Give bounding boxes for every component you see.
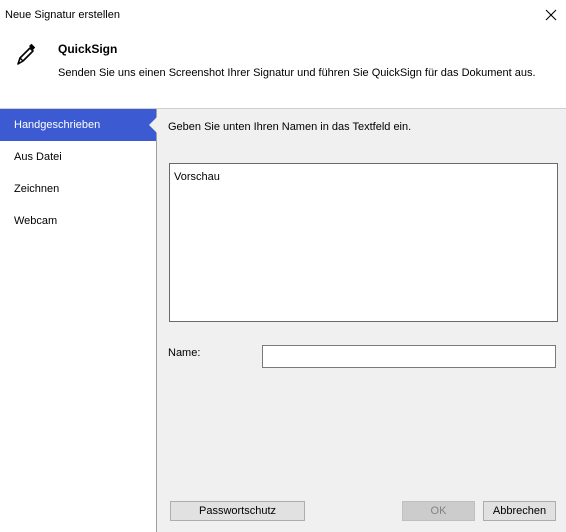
cancel-button[interactable]: Abbrechen xyxy=(483,501,556,521)
close-button[interactable] xyxy=(536,0,566,30)
name-label: Name: xyxy=(168,347,201,359)
sidebar-item-label: Handgeschrieben xyxy=(14,119,101,131)
instruction-text: Geben Sie unten Ihren Namen in das Textf… xyxy=(168,121,412,133)
name-input[interactable] xyxy=(262,345,556,368)
preview-label: Vorschau xyxy=(174,171,220,183)
new-signature-dialog: Neue Signatur erstellen QuickSign Senden… xyxy=(0,0,566,532)
password-protection-button[interactable]: Passwortschutz xyxy=(170,501,305,521)
ok-button[interactable]: OK xyxy=(402,501,475,521)
sidebar-item-label: Webcam xyxy=(14,215,58,227)
sidebar: Handgeschrieben Aus Datei Zeichnen Webca… xyxy=(0,109,157,532)
header-subtitle: Senden Sie uns einen Screenshot Ihrer Si… xyxy=(58,67,536,79)
sidebar-item-webcam[interactable]: Webcam xyxy=(0,205,156,237)
window-title: Neue Signatur erstellen xyxy=(5,9,120,21)
sidebar-item-from-file[interactable]: Aus Datei xyxy=(0,141,156,173)
sidebar-item-handwritten[interactable]: Handgeschrieben xyxy=(0,109,157,141)
header: QuickSign Senden Sie uns einen Screensho… xyxy=(0,30,566,108)
title-bar: Neue Signatur erstellen xyxy=(0,0,566,30)
content-panel: Geben Sie unten Ihren Namen in das Textf… xyxy=(157,109,566,532)
close-icon xyxy=(545,9,557,21)
header-title: QuickSign xyxy=(58,42,118,56)
sidebar-item-label: Aus Datei xyxy=(14,151,62,163)
signature-preview: Vorschau xyxy=(169,163,558,322)
sidebar-item-label: Zeichnen xyxy=(14,183,60,195)
sidebar-item-draw[interactable]: Zeichnen xyxy=(0,173,156,205)
pen-icon xyxy=(17,43,36,65)
